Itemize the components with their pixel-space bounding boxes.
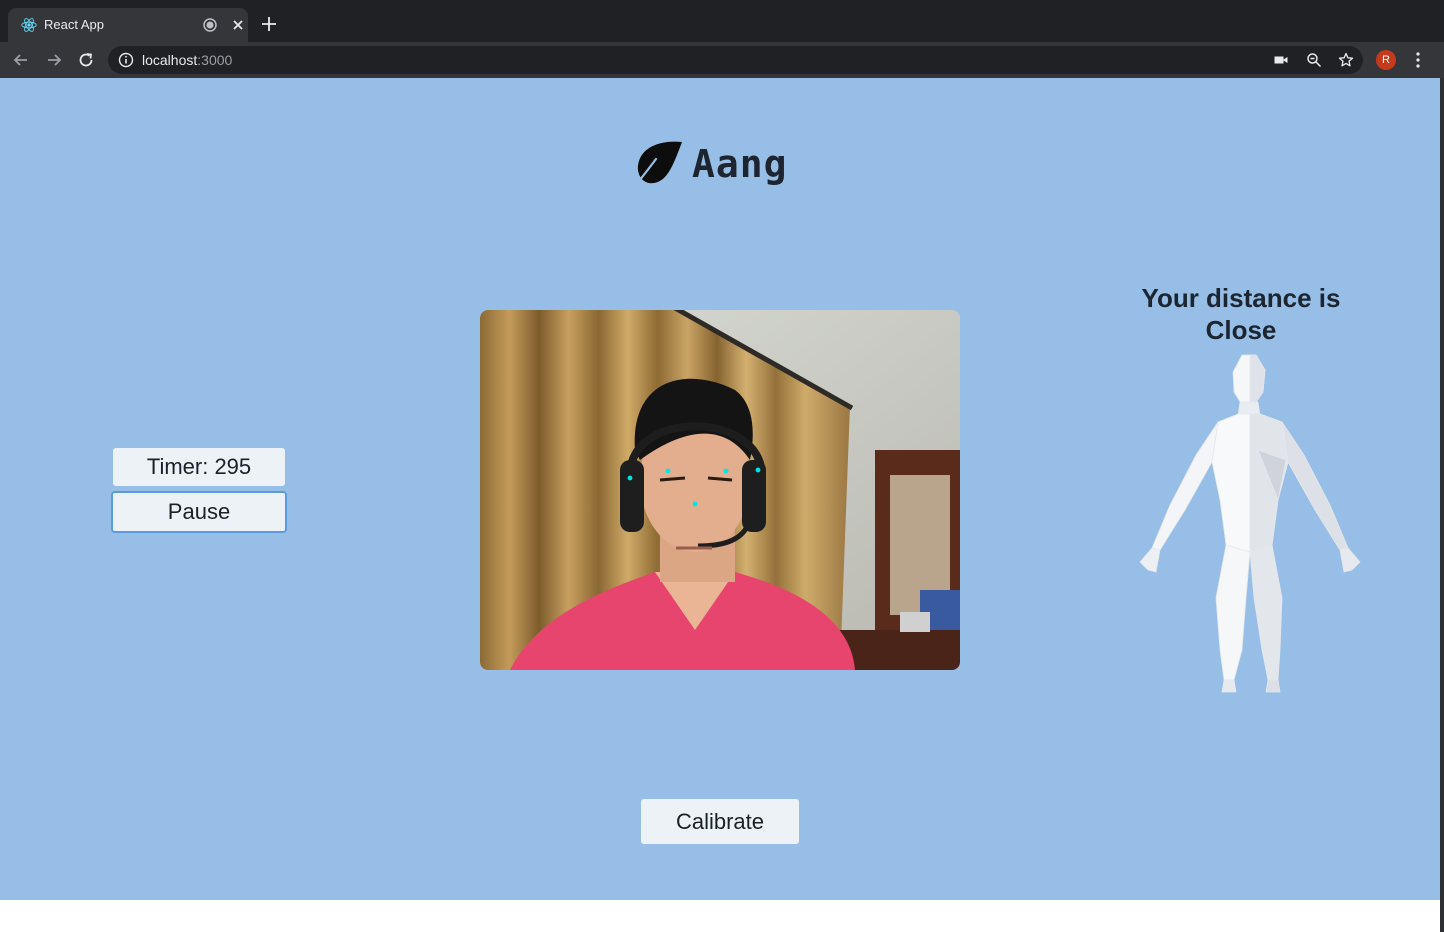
distance-heading-line1: Your distance is — [1141, 283, 1341, 313]
leaf-icon — [633, 141, 682, 188]
more-vert-icon[interactable] — [1410, 51, 1426, 69]
browser-tab[interactable]: React App — [8, 8, 248, 42]
pause-button[interactable]: Pause — [111, 491, 287, 533]
recording-icon — [203, 18, 217, 32]
star-icon[interactable] — [1338, 52, 1354, 68]
tab-title: React App — [44, 17, 104, 32]
back-arrow-icon[interactable] — [12, 51, 30, 69]
browser-tab-strip: React App — [0, 0, 1444, 42]
browser-toolbar: localhost:3000 R — [0, 42, 1444, 78]
human-figure-model — [1139, 354, 1361, 693]
plus-icon[interactable] — [260, 15, 278, 33]
camera-icon[interactable] — [1273, 52, 1289, 68]
url-port: :3000 — [197, 52, 233, 68]
profile-avatar[interactable]: R — [1376, 50, 1396, 70]
webcam-feed — [480, 310, 960, 670]
window-edge — [1440, 78, 1444, 932]
forward-arrow-icon[interactable] — [45, 51, 63, 69]
react-favicon-icon — [21, 18, 37, 32]
info-icon[interactable] — [118, 52, 134, 68]
distance-status: Close — [1205, 315, 1277, 345]
calibrate-button[interactable]: Calibrate — [641, 799, 799, 844]
app-logo: Aang — [630, 134, 788, 194]
distance-heading: Your distance is Close — [1110, 282, 1372, 346]
zoom-icon[interactable] — [1306, 52, 1322, 68]
close-icon[interactable] — [230, 17, 246, 33]
timer-display: Timer: 295 — [113, 448, 285, 486]
address-bar[interactable]: localhost:3000 — [108, 46, 1363, 74]
reload-icon[interactable] — [77, 51, 95, 69]
logo-text: Aang — [692, 142, 788, 186]
url-text: localhost:3000 — [142, 52, 232, 68]
app-page: Aang Timer: 295 Pause Your distance is C… — [0, 78, 1440, 900]
url-host: localhost — [142, 52, 198, 68]
